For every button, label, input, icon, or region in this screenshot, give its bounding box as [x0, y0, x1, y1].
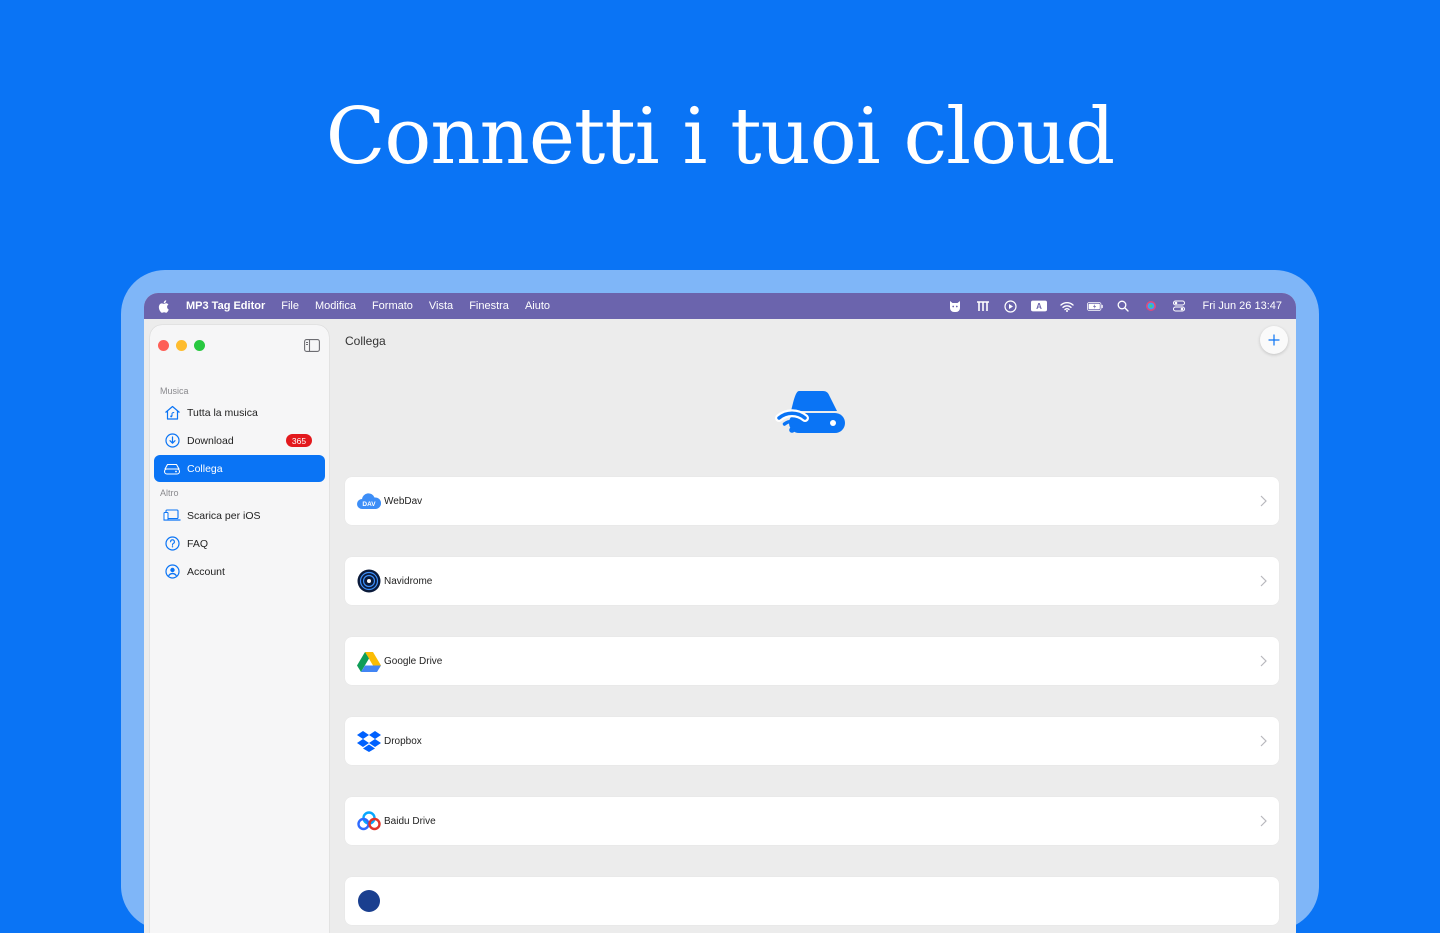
- service-webdav[interactable]: DAV WebDav: [345, 477, 1279, 525]
- svg-text:DAV: DAV: [362, 501, 376, 508]
- service-label: Dropbox: [384, 735, 422, 747]
- sidebar-item-account[interactable]: Account: [154, 558, 325, 585]
- download-count-badge: 365: [286, 434, 312, 447]
- sidebar-item-tutta-la-musica[interactable]: Tutta la musica: [154, 399, 325, 426]
- plus-icon: [1268, 334, 1280, 346]
- menu-bar: MP3 Tag Editor File Modifica Formato Vis…: [144, 293, 1296, 319]
- status-area: A Fri Jun 26 13:47: [935, 293, 1283, 319]
- add-service-button[interactable]: [1260, 326, 1288, 354]
- hero-title: Connetti i tuoi cloud: [325, 92, 1115, 182]
- service-label: WebDav: [384, 495, 423, 507]
- input-source-icon[interactable]: A: [1030, 299, 1047, 313]
- section-label-musica: Musica: [160, 386, 189, 396]
- control-center-icon[interactable]: [1171, 299, 1187, 313]
- sidebar-item-faq[interactable]: FAQ: [154, 530, 325, 557]
- home-music-icon: [163, 404, 181, 422]
- service-label: Navidrome: [384, 575, 433, 587]
- baidu-drive-icon: [357, 809, 381, 833]
- devices-icon: [163, 507, 181, 525]
- menu-modifica[interactable]: Modifica: [315, 300, 356, 312]
- page-title: Collega: [345, 334, 386, 348]
- sidebar-item-label: Collega: [187, 462, 223, 475]
- sidebar-item-label: Tutta la musica: [187, 406, 258, 419]
- service-label: Google Drive: [384, 655, 443, 667]
- chevron-right-icon: [1260, 655, 1267, 667]
- service-google-drive[interactable]: Google Drive: [345, 637, 1279, 685]
- apple-logo-icon[interactable]: [158, 299, 172, 313]
- cloud-drive-hero-icon: [775, 391, 845, 433]
- cat-icon[interactable]: [947, 299, 963, 313]
- siri-icon[interactable]: [1143, 299, 1159, 313]
- menu-app-name[interactable]: MP3 Tag Editor: [186, 300, 265, 312]
- service-label: Baidu Drive: [384, 815, 436, 827]
- section-label-altro: Altro: [160, 488, 179, 498]
- battery-icon[interactable]: [1086, 299, 1103, 313]
- wifi-icon[interactable]: [1059, 299, 1075, 313]
- download-icon: [163, 432, 181, 450]
- menu-clock[interactable]: Fri Jun 26 13:47: [1203, 300, 1283, 312]
- close-button[interactable]: [158, 340, 169, 351]
- sidebar-item-label: FAQ: [187, 537, 209, 550]
- window-controls: [158, 340, 212, 351]
- chevron-right-icon: [1260, 815, 1267, 827]
- svg-text:A: A: [1036, 302, 1042, 311]
- menu-aiuto[interactable]: Aiuto: [525, 300, 550, 312]
- google-drive-icon: [357, 649, 381, 673]
- navidrome-icon: [357, 569, 381, 593]
- service-navidrome[interactable]: Navidrome: [345, 557, 1279, 605]
- mac-screen: MP3 Tag Editor File Modifica Formato Vis…: [144, 293, 1296, 933]
- sidebar-item-download[interactable]: Download 365: [154, 427, 325, 454]
- app-window: Musica Tutta la musica Download 365 Coll…: [144, 319, 1296, 933]
- cloud-drive-icon: [163, 460, 181, 478]
- chevron-right-icon: [1260, 735, 1267, 747]
- sidebar-toggle-icon[interactable]: [304, 339, 320, 352]
- search-icon[interactable]: [1115, 299, 1131, 313]
- menu-extra-icon[interactable]: [975, 299, 991, 313]
- sidebar: Musica Tutta la musica Download 365 Coll…: [150, 325, 329, 933]
- sidebar-item-collega[interactable]: Collega: [154, 455, 325, 482]
- chevron-right-icon: [1260, 575, 1267, 587]
- minimize-button[interactable]: [176, 340, 187, 351]
- zoom-button[interactable]: [194, 340, 205, 351]
- service-icon: [357, 889, 381, 913]
- menu-finestra[interactable]: Finestra: [469, 300, 509, 312]
- dropbox-icon: [357, 729, 381, 753]
- account-icon: [163, 563, 181, 581]
- sidebar-item-label: Download: [187, 434, 234, 447]
- sidebar-item-scarica-per-ios[interactable]: Scarica per iOS: [154, 502, 325, 529]
- sidebar-item-label: Account: [187, 565, 225, 578]
- question-icon: [163, 535, 181, 553]
- menu-vista[interactable]: Vista: [429, 300, 453, 312]
- menu-formato[interactable]: Formato: [372, 300, 413, 312]
- service-dropbox[interactable]: Dropbox: [345, 717, 1279, 765]
- service-baidu-drive[interactable]: Baidu Drive: [345, 797, 1279, 845]
- webdav-icon: DAV: [357, 489, 381, 513]
- chevron-right-icon: [1260, 495, 1267, 507]
- service-row-partial[interactable]: [345, 877, 1279, 925]
- menu-file[interactable]: File: [281, 300, 299, 312]
- sidebar-item-label: Scarica per iOS: [187, 509, 261, 522]
- play-icon[interactable]: [1003, 299, 1019, 313]
